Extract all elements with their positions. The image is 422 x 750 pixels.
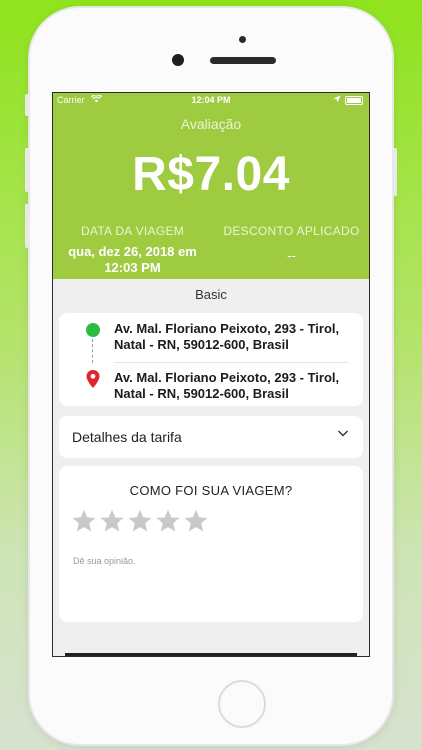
volume-down-button <box>25 204 30 248</box>
discount-label: DESCONTO APLICADO <box>223 224 360 238</box>
route-card: Av. Mal. Floriano Peixoto, 293 - Tirol, … <box>59 313 363 406</box>
star-icon-1[interactable] <box>71 508 97 534</box>
star-icon-4[interactable] <box>155 508 181 534</box>
bottom-button-edge <box>65 653 357 656</box>
fare-details-label: Detalhes da tarifa <box>72 429 182 445</box>
front-camera <box>172 54 184 66</box>
trip-date-line2: 12:03 PM <box>104 260 161 275</box>
green-dot-icon <box>86 323 100 337</box>
page-title: Avaliação <box>180 116 242 132</box>
discount-value: -- <box>287 248 296 263</box>
trip-date-value: qua, dez 26, 2018 em 12:03 PM <box>53 244 212 276</box>
star-icon-2[interactable] <box>99 508 125 534</box>
status-time: 12:04 PM <box>191 95 231 105</box>
status-bar: Carrier 12:04 PM <box>53 93 369 109</box>
trip-date-line1: qua, dez 26, 2018 em <box>68 244 197 259</box>
discount-section: DESCONTO APLICADO -- <box>212 224 369 264</box>
star-rating <box>71 508 209 534</box>
address-divider <box>114 362 349 363</box>
volume-up-button <box>25 148 30 192</box>
app-screen: Carrier 12:04 PM Avaliação R$7.04 DATA D… <box>52 92 370 657</box>
fare-details-dropdown[interactable]: Detalhes da tarifa <box>59 416 363 458</box>
earpiece-speaker <box>210 57 276 64</box>
origin-address-line2: Natal - RN, 59012-600, Brasil <box>114 337 289 352</box>
trip-price: R$7.04 <box>132 148 290 201</box>
mute-switch <box>25 94 30 116</box>
opinion-input[interactable]: Dê sua opinião. <box>73 556 136 566</box>
destination-address: Av. Mal. Floriano Peixoto, 293 - Tirol, … <box>114 370 349 402</box>
battery-icon <box>345 96 363 105</box>
home-button[interactable] <box>218 680 266 728</box>
red-pin-icon <box>86 370 100 388</box>
destination-address-line1: Av. Mal. Floriano Peixoto, 293 - Tirol, <box>114 370 340 385</box>
summary-header: Carrier 12:04 PM Avaliação R$7.04 DATA D… <box>53 93 369 279</box>
chevron-down-icon <box>338 430 348 437</box>
ride-category: Basic <box>195 287 227 302</box>
origin-address: Av. Mal. Floriano Peixoto, 293 - Tirol, … <box>114 321 349 353</box>
route-connector <box>92 339 93 363</box>
power-button <box>392 148 397 196</box>
destination-address-line2: Natal - RN, 59012-600, Brasil <box>114 386 289 401</box>
trip-date-section: DATA DA VIAGEM qua, dez 26, 2018 em 12:0… <box>53 224 212 276</box>
rating-question: COMO FOI SUA VIAGEM? <box>129 483 293 498</box>
location-arrow-icon <box>333 95 341 105</box>
rating-card: COMO FOI SUA VIAGEM? Dê sua opinião. <box>59 466 363 622</box>
trip-date-label: DATA DA VIAGEM <box>80 224 185 238</box>
proximity-sensor <box>239 36 246 43</box>
origin-address-line1: Av. Mal. Floriano Peixoto, 293 - Tirol, <box>114 321 340 336</box>
star-icon-5[interactable] <box>183 508 209 534</box>
star-icon-3[interactable] <box>127 508 153 534</box>
